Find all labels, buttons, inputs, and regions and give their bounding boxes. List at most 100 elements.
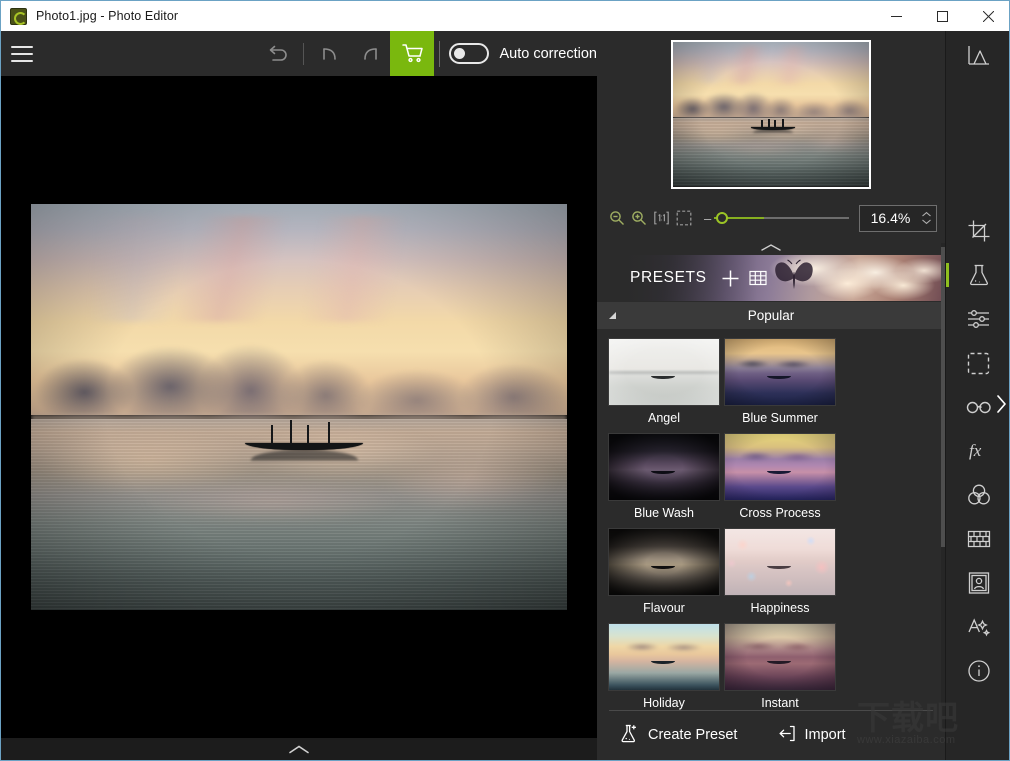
import-arrow-icon [777,724,796,747]
preset-item-cross-process[interactable]: Cross Process [724,433,836,520]
window-controls [873,1,1009,32]
import-label: Import [804,727,846,743]
preview-collapse-chevron[interactable] [597,239,945,255]
presets-banner: PRESETS [597,255,945,301]
preset-label: Angel [648,411,680,425]
presets-grid-scroll[interactable]: Angel Blue Summer Blue Wash Cross Proces… [597,329,945,711]
zoom-in-icon[interactable] [631,210,647,226]
rail-item-presets[interactable] [946,253,1009,297]
photo-editor-window: Photo1.jpg - Photo Editor Auto correctio… [0,0,1010,761]
rail-item-texture[interactable] [946,517,1009,561]
fx-icon: fx [969,441,982,460]
hamburger-menu-icon[interactable] [11,45,33,62]
zoom-value: 16.4% [870,210,911,226]
zoom-slider-handle[interactable] [716,212,729,224]
rail-item-text[interactable] [946,605,1009,649]
butterfly-icon [772,259,816,296]
rail-item-crop[interactable] [946,209,1009,253]
right-panel: – 16.4% PRESETS Popular Angel Blue Summe… [597,31,945,760]
preset-item-blue-summer[interactable]: Blue Summer [724,338,836,425]
preset-category-header[interactable]: Popular [597,301,945,329]
preset-item-instant[interactable]: Instant [724,623,836,710]
maximize-icon[interactable] [919,1,965,32]
revert-arrow-icon[interactable] [257,31,297,76]
triangle-collapse-icon[interactable] [609,312,616,319]
rail-item-adjust[interactable] [946,297,1009,341]
marquee-select-icon [967,352,990,374]
preset-thumbnail [608,623,720,691]
shopping-cart-icon[interactable] [390,31,435,76]
preset-thumbnail [608,433,720,501]
redo-icon[interactable] [350,31,390,76]
preset-item-happiness[interactable]: Happiness [724,528,836,615]
create-preset-label: Create Preset [648,727,738,743]
preset-label: Instant [761,696,799,710]
close-icon[interactable] [965,1,1009,32]
preset-thumbnail [724,433,836,501]
zoom-slider[interactable] [714,210,849,226]
chevron-right-icon[interactable] [996,394,1007,419]
preset-item-flavour[interactable]: Flavour [608,528,720,615]
presets-grid: Angel Blue Summer Blue Wash Cross Proces… [597,329,945,711]
presets-header-label: PRESETS [630,269,707,286]
preset-label: Blue Summer [742,411,818,425]
window-title: Photo1.jpg - Photo Editor [36,9,179,23]
zoom-spinner[interactable] [921,211,932,225]
toolbar-divider [303,42,305,65]
tool-rail: fx [945,31,1009,760]
preset-label: Happiness [750,601,810,615]
rail-item-info[interactable] [946,649,1009,693]
zoom-value-field[interactable]: 16.4% [859,204,937,232]
toolbar-divider-2 [439,40,441,67]
rail-item-selection[interactable] [946,341,1009,385]
preset-item-blue-wash[interactable]: Blue Wash [608,433,720,520]
preset-thumbnail [608,338,720,406]
auto-correction-toggle[interactable] [449,43,490,64]
preset-thumbnail [724,623,836,691]
photo-editor-logo-icon [10,7,27,25]
main-toolbar: Auto correction [1,31,597,76]
rail-item-frames[interactable] [946,561,1009,605]
preset-label: Cross Process [739,506,821,520]
zoom-out-icon[interactable] [609,210,625,226]
one-to-one-icon[interactable] [653,210,670,226]
texture-grid-icon [967,530,990,548]
canvas-photo [31,204,567,610]
zoom-minus-label: – [704,210,712,226]
create-preset-button[interactable]: Create Preset [619,723,737,748]
preset-item-holiday[interactable]: Holiday [608,623,720,710]
image-canvas[interactable] [1,76,597,738]
rail-item-color[interactable] [946,473,1009,517]
flask-plus-icon [619,723,640,748]
rail-item-histogram[interactable] [946,33,1009,77]
rail-item-effects[interactable]: fx [946,429,1009,473]
magic-text-icon [967,618,990,637]
grid-view-icon[interactable] [748,269,767,287]
preset-thumbnail [608,528,720,596]
info-circle-icon [967,660,990,682]
preset-thumbnail [724,338,836,406]
minimize-icon[interactable] [873,1,919,32]
presets-footer: Create Preset Import [597,711,945,759]
plus-icon[interactable] [721,269,740,288]
fit-to-screen-icon[interactable] [676,210,692,226]
color-circles-icon [967,484,990,505]
import-button[interactable]: Import [777,724,846,747]
preset-category-label: Popular [747,308,795,323]
preset-label: Blue Wash [634,506,694,520]
glasses-icon [966,401,991,414]
zoom-toolbar: – 16.4% [597,197,945,239]
preview-area [597,31,945,197]
preset-label: Holiday [643,696,685,710]
preset-thumbnail [724,528,836,596]
auto-correction-label: Auto correction [499,45,597,62]
preview-thumbnail[interactable] [671,39,871,189]
title-bar: Photo1.jpg - Photo Editor [1,0,1009,32]
sliders-icon [968,310,989,328]
canvas-collapse-bar[interactable] [1,738,597,760]
preset-item-angel[interactable]: Angel [608,338,720,425]
undo-icon[interactable] [310,31,350,76]
preset-label: Flavour [643,601,685,615]
histogram-icon [967,46,989,65]
portrait-frame-icon [968,572,989,594]
